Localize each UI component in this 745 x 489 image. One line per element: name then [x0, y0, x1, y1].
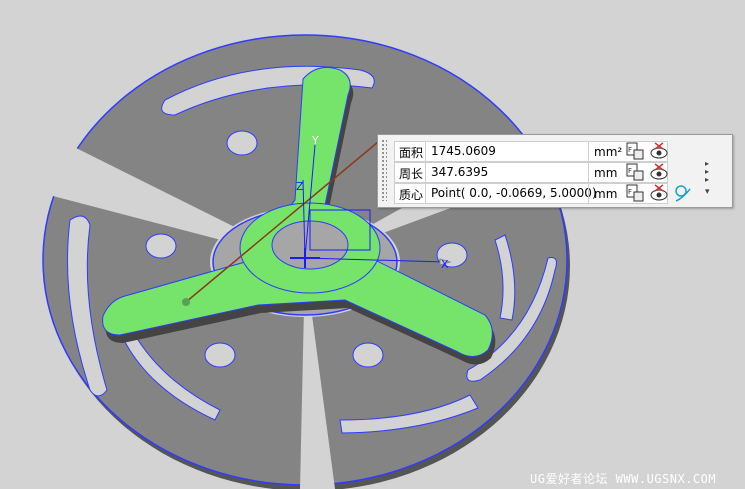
- graphics-viewport[interactable]: X Y Z: [0, 0, 745, 489]
- measure-point[interactable]: [182, 298, 190, 306]
- hide-show-icon[interactable]: [650, 184, 668, 202]
- more-dropdown-icon[interactable]: ▾: [705, 187, 710, 197]
- axis-z-label: Z: [296, 180, 304, 193]
- export-expression-icon[interactable]: F: [626, 184, 644, 202]
- export-expression-icon[interactable]: F: [626, 142, 644, 160]
- area-value: 1745.0609: [431, 144, 496, 158]
- perimeter-label: 周长: [399, 167, 424, 181]
- axis-y-label: Y: [311, 134, 319, 147]
- svg-text:F: F: [628, 167, 632, 175]
- centroid-unit: mm: [594, 187, 618, 201]
- axis-x-label: X: [441, 258, 449, 271]
- centroid-label: 质心: [399, 188, 424, 202]
- svg-text:F: F: [628, 188, 632, 196]
- measure-results-panel: 面积 1745.0609 mm² 周长 347.6395 mm 质心 Point…: [377, 134, 733, 208]
- watermark: UG爱好者论坛 WWW.UGSNX.COM: [530, 472, 717, 486]
- panel-grip[interactable]: [381, 139, 387, 201]
- hide-show-icon[interactable]: [650, 163, 668, 181]
- area-label: 面积: [399, 146, 424, 160]
- create-point-icon[interactable]: [674, 184, 692, 202]
- hide-show-icon[interactable]: [650, 142, 668, 160]
- expand-arrow-icon[interactable]: ▸: [705, 175, 709, 184]
- svg-text:F: F: [628, 146, 632, 154]
- perimeter-unit: mm: [594, 166, 618, 180]
- centroid-value: Point( 0.0, -0.0669, 5.0000): [431, 186, 597, 200]
- export-expression-icon[interactable]: F: [626, 163, 644, 181]
- area-unit: mm²: [594, 145, 623, 159]
- perimeter-value: 347.6395: [431, 165, 489, 179]
